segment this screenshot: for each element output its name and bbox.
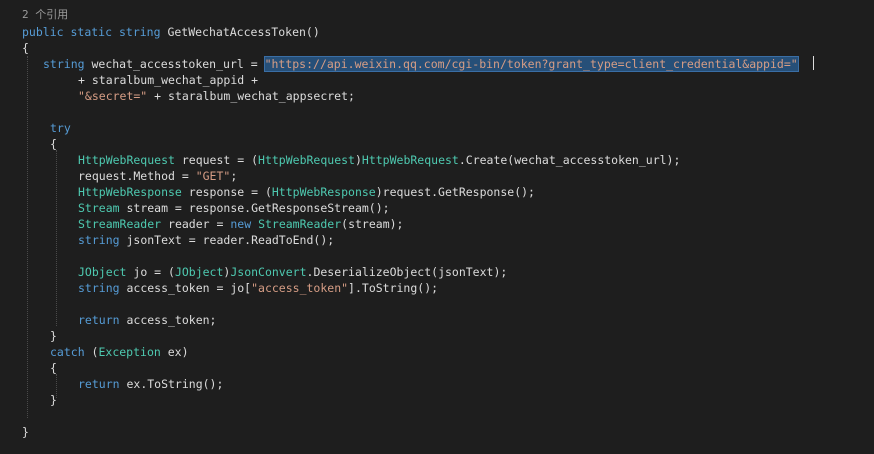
- code-token: stream = response.GetResponseStream();: [119, 201, 390, 215]
- code-line[interactable]: }: [50, 328, 874, 344]
- code-line[interactable]: {: [50, 360, 874, 376]
- code-token: try: [50, 121, 71, 135]
- code-token: return: [78, 377, 120, 391]
- code-token: {: [50, 137, 57, 151]
- code-token: {: [22, 41, 29, 55]
- code-token: }: [50, 393, 57, 407]
- code-token: ): [354, 153, 362, 167]
- code-line[interactable]: "&secret=" + staralbum_wechat_appsecret;: [78, 88, 874, 104]
- code-line[interactable]: }: [22, 424, 874, 440]
- code-editor[interactable]: 2 个引用 public static string GetWechatAcce…: [0, 0, 874, 454]
- code-token: GetWechatAccessToken(): [160, 25, 320, 39]
- indent-guide: [56, 150, 57, 326]
- code-token: ex): [160, 345, 189, 359]
- code-line[interactable]: Stream stream = response.GetResponseStre…: [78, 200, 874, 216]
- code-token: }: [22, 425, 29, 439]
- code-token: string: [78, 233, 120, 247]
- code-token: .DeserializeObject(jsonText);: [306, 265, 508, 279]
- code-token: Exception: [98, 345, 161, 359]
- code-token: JsonConvert: [230, 265, 307, 279]
- code-token: jsonText = reader.ReadToEnd();: [119, 233, 335, 247]
- code-line[interactable]: catch (Exception ex): [50, 344, 874, 360]
- code-token: return: [78, 313, 120, 327]
- code-line[interactable]: string jsonText = reader.ReadToEnd();: [78, 232, 874, 248]
- code-token: "&secret=": [78, 89, 148, 103]
- code-token: ex.ToString();: [119, 377, 224, 391]
- code-line[interactable]: }: [50, 392, 874, 408]
- codelens-references[interactable]: 2 个引用: [22, 7, 68, 23]
- code-line[interactable]: {: [50, 136, 874, 152]
- code-token: ;: [230, 169, 238, 183]
- code-line[interactable]: HttpWebRequest request = (HttpWebRequest…: [78, 152, 874, 168]
- code-token: access_token = jo[: [119, 281, 252, 295]
- code-line[interactable]: public static string GetWechatAccessToke…: [22, 24, 874, 40]
- code-token: + staralbum_wechat_appsecret;: [147, 89, 355, 103]
- code-line[interactable]: string wechat_accesstoken_url = "https:/…: [43, 56, 874, 72]
- code-token: JObject: [78, 265, 127, 279]
- code-line[interactable]: request.Method = "GET";: [78, 168, 874, 184]
- code-token: access_token;: [119, 313, 217, 327]
- code-token: new: [230, 217, 252, 231]
- code-token: HttpWebResponse: [78, 185, 182, 199]
- code-token: reader =: [161, 217, 231, 231]
- code-token: StreamReader: [258, 217, 342, 231]
- indent-guide: [27, 56, 28, 418]
- code-line[interactable]: HttpWebResponse response = (HttpWebRespo…: [78, 184, 874, 200]
- code-token: catch: [50, 345, 85, 359]
- code-token: JObject: [174, 265, 224, 279]
- code-line[interactable]: + staralbum_wechat_appid +: [78, 72, 874, 88]
- code-line[interactable]: string access_token = jo["access_token"]…: [78, 280, 874, 296]
- code-token: HttpWebResponse: [271, 185, 376, 199]
- code-token: "access_token": [251, 281, 349, 295]
- code-token: string: [118, 25, 161, 39]
- code-token: ].ToString();: [348, 281, 439, 295]
- code-line[interactable]: {: [22, 40, 874, 56]
- code-line[interactable]: return ex.ToString();: [78, 376, 874, 392]
- code-token: HttpWebRequest: [361, 153, 459, 167]
- code-token: .Create(wechat_accesstoken_url);: [458, 153, 681, 167]
- code-token: Stream: [78, 201, 120, 215]
- code-token: public: [22, 25, 64, 39]
- code-token: HttpWebRequest: [78, 153, 175, 167]
- code-token: wechat_accesstoken_url =: [84, 57, 265, 71]
- code-line[interactable]: return access_token;: [78, 312, 874, 328]
- selected-string-literal: "https://api.weixin.qq.com/cgi-bin/token…: [263, 56, 799, 72]
- code-line[interactable]: try: [50, 120, 874, 136]
- code-token: )request.GetResponse();: [375, 185, 535, 199]
- code-token: request.Method =: [78, 169, 196, 183]
- code-token: "GET": [195, 169, 231, 183]
- code-token: StreamReader: [78, 217, 162, 231]
- code-token: (: [84, 345, 99, 359]
- code-token: string: [78, 281, 120, 295]
- code-token: request = (: [174, 153, 259, 167]
- code-token: + staralbum_wechat_appid +: [78, 73, 259, 87]
- code-token: string: [43, 57, 85, 71]
- code-token: response = (: [181, 185, 272, 199]
- code-token: static: [70, 25, 113, 39]
- code-token: (stream);: [341, 217, 404, 231]
- code-line[interactable]: JObject jo = (JObject)JsonConvert.Deseri…: [78, 264, 874, 280]
- code-token: jo = (: [126, 265, 175, 279]
- code-line[interactable]: StreamReader reader = new StreamReader(s…: [78, 216, 874, 232]
- code-token: {: [50, 361, 57, 375]
- code-token: HttpWebRequest: [258, 153, 355, 167]
- code-token: }: [50, 329, 57, 343]
